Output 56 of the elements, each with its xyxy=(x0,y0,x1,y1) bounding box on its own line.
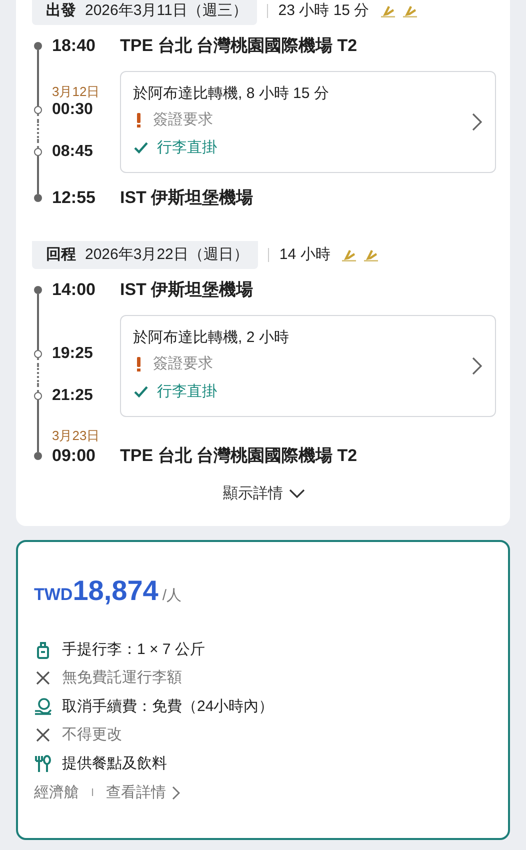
check-icon xyxy=(133,385,149,399)
chevron-down-icon xyxy=(289,489,305,500)
fare-feature: 手提行李：1 × 7 公斤 xyxy=(62,640,205,660)
visa-note: 簽證要求 xyxy=(153,110,213,130)
leg-label: 出發 xyxy=(46,0,76,21)
airline-logo-icon xyxy=(379,4,398,18)
departure-time: 18:40 xyxy=(52,35,96,57)
chevron-right-icon xyxy=(471,356,483,376)
airport-name: IST 伊斯坦堡機場 xyxy=(120,187,254,209)
leg-date: 2026年3月22日（週日） xyxy=(85,244,248,265)
layover-arrival-time: 00:30 xyxy=(52,100,94,120)
fare-price: 18,874 xyxy=(72,574,158,608)
arrival-date: 3月12日 xyxy=(52,85,101,99)
baggage-note: 行李直掛 xyxy=(157,138,217,158)
airport-name: TPE 台北 台灣桃園國際機場 T2 xyxy=(120,445,358,467)
leg-date: 2026年3月11日（週三） xyxy=(85,0,248,21)
fare-feature: 不得更改 xyxy=(62,725,122,745)
layover-card[interactable]: 於阿布達比轉機, 8 小時 15 分 簽證要求 行李直掛 xyxy=(120,71,496,173)
view-details-link[interactable]: 查看詳情 xyxy=(106,782,180,804)
cutlery-icon xyxy=(34,754,52,773)
layover-arrival-time: 19:25 xyxy=(52,344,94,364)
currency-code: TWD xyxy=(34,584,73,606)
arrival-date: 3月23日 xyxy=(52,429,101,443)
airport-name: IST 伊斯坦堡機場 xyxy=(120,279,254,301)
chevron-right-icon xyxy=(172,786,180,800)
price-unit: /人 xyxy=(162,586,182,606)
leg-label: 回程 xyxy=(46,244,76,265)
baggage-note: 行李直掛 xyxy=(157,382,217,402)
leg-duration: 14 小時 xyxy=(279,244,330,265)
departure-time: 14:00 xyxy=(52,279,96,301)
fare-card[interactable]: TWD18,874/人 手提行李：1 × 7 公斤 無免費託運行李額 取消手續費：免費（24小時內） 不得更改 提供餐點及飲料 經濟艙 I 查看詳情 xyxy=(16,540,510,840)
airline-logo-icon xyxy=(340,248,358,262)
layover-departure-time: 08:45 xyxy=(52,142,94,162)
show-details-button[interactable]: 顯示詳情 xyxy=(219,479,309,510)
fare-feature: 無免費託運行李額 xyxy=(62,668,182,688)
airport-name: TPE 台北 台灣桃園國際機場 T2 xyxy=(120,35,358,57)
layover-title: 於阿布達比轉機, 2 小時 xyxy=(133,328,290,348)
visa-note: 簽證要求 xyxy=(153,354,213,374)
arrival-time: 09:00 xyxy=(52,445,96,467)
layover-card[interactable]: 於阿布達比轉機, 2 小時 簽證要求 行李直掛 xyxy=(120,315,496,417)
fare-feature: 取消手續費：免費（24小時內） xyxy=(62,696,274,716)
separator: I xyxy=(91,786,94,801)
airline-logo-icon xyxy=(401,4,420,18)
cabin-class: 經濟艙 xyxy=(34,783,79,803)
fare-feature: 提供餐點及飲料 xyxy=(62,754,167,774)
airline-logo-icon xyxy=(362,248,380,262)
cross-icon xyxy=(34,726,52,744)
layover-departure-time: 21:25 xyxy=(52,386,94,406)
money-hand-icon xyxy=(34,698,52,716)
leg-duration: 23 小時 15 分 xyxy=(278,0,370,21)
suitcase-icon xyxy=(34,640,52,659)
arrival-time: 12:55 xyxy=(52,187,96,209)
chevron-right-icon xyxy=(471,112,483,132)
check-icon xyxy=(133,141,149,155)
cross-icon xyxy=(34,669,52,688)
layover-title: 於阿布達比轉機, 8 小時 15 分 xyxy=(133,84,330,104)
